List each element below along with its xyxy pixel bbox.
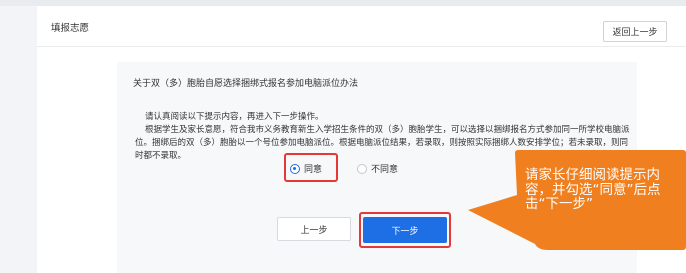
disagree-label: 不同意	[371, 165, 399, 175]
back-button[interactable]: 返回上一步	[603, 21, 667, 42]
prev-step-button[interactable]: 上一步	[277, 217, 351, 241]
agree-radio[interactable]: 同意	[290, 162, 322, 175]
callout-text: 请家长仔细阅读提示内容，并勾选“同意”后点击“下一步”	[525, 167, 661, 212]
disagree-radio[interactable]: 不同意	[357, 162, 398, 175]
agree-label: 同意	[304, 165, 323, 175]
notice-title: 关于双（多）胞胎自愿选择捆绑式报名参加电脑派位办法	[133, 79, 359, 89]
radio-checked-icon	[290, 163, 300, 174]
next-step-button[interactable]: 下一步	[363, 217, 447, 243]
header-divider	[37, 46, 686, 47]
page-title: 填报志愿	[51, 23, 90, 34]
radio-unchecked-icon	[357, 163, 367, 174]
notice-intro: 请认真阅读以下提示内容，再进入下一步操作。	[145, 112, 324, 122]
